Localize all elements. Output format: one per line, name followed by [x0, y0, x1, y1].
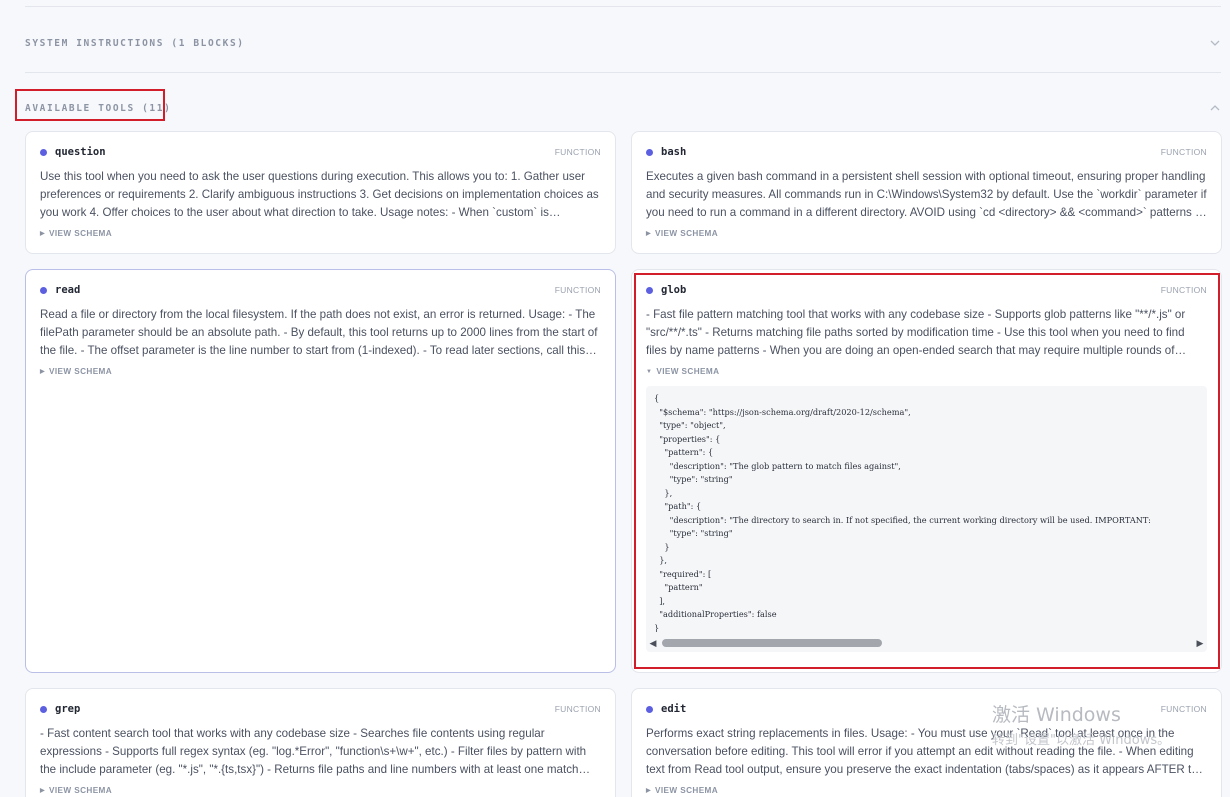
tool-status-dot [40, 148, 47, 156]
tool-card-glob[interactable]: glob FUNCTION - Fast file pattern matchi… [631, 269, 1222, 673]
view-schema-label: VIEW SCHEMA [656, 367, 720, 376]
chevron-down-icon[interactable] [1209, 37, 1221, 49]
scrollbar-thumb[interactable] [662, 639, 882, 647]
scroll-left-icon[interactable]: ◀ [646, 638, 660, 649]
section-title-available-tools: AVAILABLE TOOLS (11) [25, 102, 172, 114]
tool-status-dot [646, 286, 653, 294]
view-schema-label: VIEW SCHEMA [49, 229, 113, 238]
tool-name: bash [661, 146, 687, 158]
tool-card-question[interactable]: question FUNCTION Use this tool when you… [25, 131, 616, 254]
section-divider [25, 72, 1221, 73]
tool-kind-badge: FUNCTION [554, 285, 601, 295]
tool-description: Performs exact string replacements in fi… [646, 727, 1205, 776]
tool-status-dot [40, 705, 47, 713]
tool-name: read [55, 284, 81, 296]
view-schema-toggle[interactable]: ▶ VIEW SCHEMA [646, 786, 1207, 795]
tool-card-edit[interactable]: edit FUNCTION Performs exact string repl… [631, 688, 1222, 797]
tool-kind-badge: FUNCTION [1160, 147, 1207, 157]
scroll-right-icon[interactable]: ▶ [1193, 638, 1207, 649]
view-schema-toggle[interactable]: ▶ VIEW SCHEMA [646, 229, 1207, 238]
section-title-system-instructions: SYSTEM INSTRUCTIONS (1 BLOCKS) [25, 37, 245, 49]
chevron-up-icon[interactable] [1209, 102, 1221, 114]
caret-right-icon: ▶ [40, 788, 46, 794]
caret-right-icon: ▶ [40, 231, 46, 237]
tool-kind-badge: FUNCTION [1160, 285, 1207, 295]
scrollbar-track[interactable] [660, 639, 1193, 647]
tool-kind-badge: FUNCTION [554, 704, 601, 714]
tool-status-dot [40, 286, 47, 294]
horizontal-scrollbar[interactable]: ◀ ▶ [646, 634, 1207, 652]
tool-name: question [55, 146, 106, 158]
tool-name: glob [661, 284, 687, 296]
tool-description: Use this tool when you need to ask the u… [40, 170, 599, 219]
tool-card-read[interactable]: read FUNCTION Read a file or directory f… [25, 269, 616, 673]
section-header-system-instructions[interactable]: SYSTEM INSTRUCTIONS (1 BLOCKS) [25, 28, 1221, 58]
tool-description: Read a file or directory from the local … [40, 308, 598, 357]
view-schema-label: VIEW SCHEMA [49, 367, 113, 376]
view-schema-toggle[interactable]: ▶ VIEW SCHEMA [40, 786, 601, 795]
tool-name: grep [55, 703, 81, 715]
tool-kind-badge: FUNCTION [554, 147, 601, 157]
view-schema-toggle[interactable]: ▼ VIEW SCHEMA [646, 367, 1207, 376]
tool-description: - Fast content search tool that works wi… [40, 727, 587, 776]
tool-name: edit [661, 703, 687, 715]
view-schema-label: VIEW SCHEMA [655, 229, 719, 238]
tool-card-bash[interactable]: bash FUNCTION Executes a given bash comm… [631, 131, 1222, 254]
tool-description: Executes a given bash command in a persi… [646, 170, 1207, 219]
tool-card-grep[interactable]: grep FUNCTION - Fast content search tool… [25, 688, 616, 797]
view-schema-label: VIEW SCHEMA [655, 786, 719, 795]
tool-status-dot [646, 148, 653, 156]
schema-json-text: { "$schema": "https://json-schema.org/dr… [654, 393, 1151, 632]
caret-right-icon: ▶ [40, 369, 46, 375]
caret-right-icon: ▶ [646, 788, 652, 794]
view-schema-toggle[interactable]: ▶ VIEW SCHEMA [40, 367, 601, 376]
section-header-available-tools[interactable]: AVAILABLE TOOLS (11) [25, 93, 1221, 123]
tool-description: - Fast file pattern matching tool that w… [646, 308, 1186, 357]
caret-right-icon: ▶ [646, 231, 652, 237]
view-schema-label: VIEW SCHEMA [49, 786, 113, 795]
view-schema-toggle[interactable]: ▶ VIEW SCHEMA [40, 229, 601, 238]
caret-down-icon: ▼ [646, 368, 653, 375]
top-divider [25, 6, 1221, 7]
schema-code-block[interactable]: { "$schema": "https://json-schema.org/dr… [646, 386, 1207, 652]
tool-kind-badge: FUNCTION [1160, 704, 1207, 714]
tool-status-dot [646, 705, 653, 713]
